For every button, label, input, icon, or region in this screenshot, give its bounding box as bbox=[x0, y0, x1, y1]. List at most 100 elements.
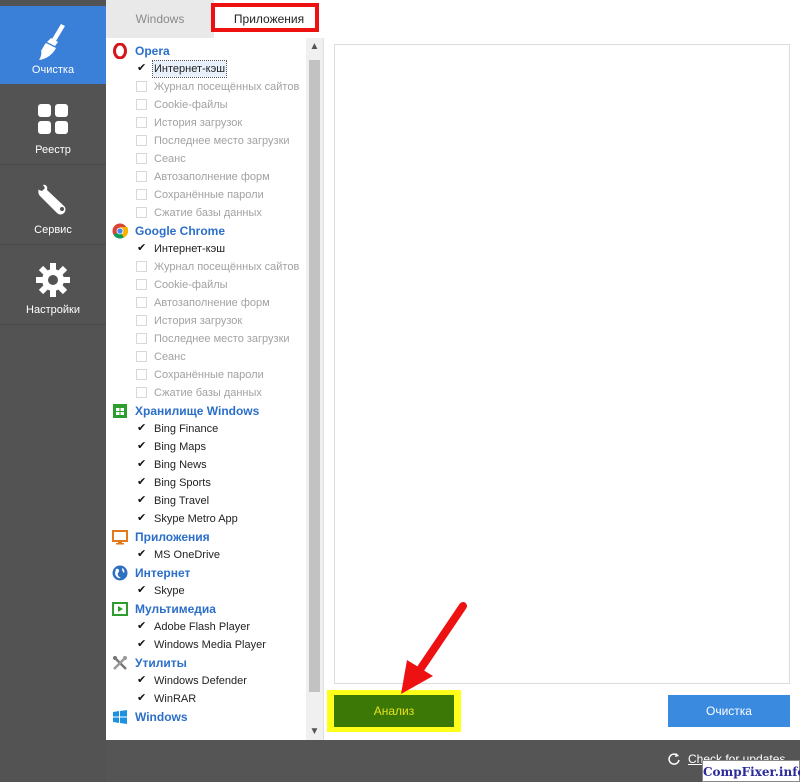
list-item[interactable]: Сохранённые пароли bbox=[106, 366, 306, 384]
checkbox[interactable] bbox=[136, 189, 147, 200]
checkbox[interactable]: ✔ bbox=[136, 513, 147, 524]
results-panel bbox=[334, 44, 790, 684]
scrollbar-thumb[interactable] bbox=[309, 60, 320, 692]
checkbox[interactable] bbox=[136, 333, 147, 344]
checkbox[interactable]: ✔ bbox=[136, 639, 147, 650]
list-item[interactable]: Последнее место загрузки bbox=[106, 132, 306, 150]
sidebar-item-settings[interactable]: Настройки bbox=[0, 246, 106, 325]
checkbox[interactable] bbox=[136, 153, 147, 164]
group-header[interactable]: Windows bbox=[106, 708, 306, 726]
group-header[interactable]: Opera bbox=[106, 42, 306, 60]
list-item[interactable]: ✔ WinRAR bbox=[106, 690, 306, 708]
checkbox[interactable]: ✔ bbox=[136, 441, 147, 452]
scroll-down-arrow-icon[interactable]: ▼ bbox=[306, 723, 323, 740]
item-label: Интернет-кэш bbox=[154, 243, 226, 255]
list-item[interactable]: ✔ Bing News bbox=[106, 456, 306, 474]
list-item[interactable]: ✔ Adobe Flash Player bbox=[106, 618, 306, 636]
scroll-up-arrow-icon[interactable]: ▲ bbox=[306, 38, 323, 55]
list-item[interactable]: ✔ Skype Metro App bbox=[106, 510, 306, 528]
group-header[interactable]: Google Chrome bbox=[106, 222, 306, 240]
checkbox[interactable]: ✔ bbox=[136, 621, 147, 632]
gear-icon bbox=[0, 262, 106, 298]
list-item[interactable]: Сжатие базы данных bbox=[106, 204, 306, 222]
monitor-icon bbox=[112, 529, 128, 545]
checkbox[interactable] bbox=[136, 99, 147, 110]
tools-icon bbox=[112, 655, 128, 671]
group-title: Хранилище Windows bbox=[135, 404, 260, 418]
checkbox[interactable]: ✔ bbox=[136, 675, 147, 686]
checkbox[interactable]: ✔ bbox=[136, 585, 147, 596]
list-item[interactable]: Журнал посещённых сайтов bbox=[106, 258, 306, 276]
group-header[interactable]: Интернет bbox=[106, 564, 306, 582]
item-label: Windows Defender bbox=[154, 675, 247, 687]
checkbox[interactable] bbox=[136, 297, 147, 308]
group-header[interactable]: Хранилище Windows bbox=[106, 402, 306, 420]
list-item[interactable]: История загрузок bbox=[106, 114, 306, 132]
list-item[interactable]: ✔ Интернет-кэш bbox=[106, 240, 306, 258]
checkbox[interactable]: ✔ bbox=[136, 243, 147, 254]
group-title: Google Chrome bbox=[135, 224, 226, 238]
checkbox[interactable]: ✔ bbox=[136, 459, 147, 470]
tab-windows[interactable]: Windows bbox=[106, 0, 214, 38]
list-item[interactable]: Сеанс bbox=[106, 348, 306, 366]
checkbox[interactable] bbox=[136, 81, 147, 92]
item-label: Сжатие базы данных bbox=[154, 387, 262, 399]
list-item[interactable]: История загрузок bbox=[106, 312, 306, 330]
group-header[interactable]: Приложения bbox=[106, 528, 306, 546]
list-item[interactable]: Cookie-файлы bbox=[106, 96, 306, 114]
list-item[interactable]: Журнал посещённых сайтов bbox=[106, 78, 306, 96]
list-item[interactable]: Последнее место загрузки bbox=[106, 330, 306, 348]
checkbox[interactable]: ✔ bbox=[136, 693, 147, 704]
item-label: Bing Sports bbox=[154, 477, 211, 489]
item-label: Журнал посещённых сайтов bbox=[154, 81, 300, 93]
list-item[interactable]: Сжатие базы данных bbox=[106, 384, 306, 402]
list-item[interactable]: ✔ Bing Travel bbox=[106, 492, 306, 510]
checkbox[interactable] bbox=[136, 387, 147, 398]
analyze-button[interactable]: Анализ bbox=[334, 695, 454, 727]
item-label: MS OneDrive bbox=[154, 549, 221, 561]
group-header[interactable]: Мультимедиа bbox=[106, 600, 306, 618]
item-label: История загрузок bbox=[154, 117, 243, 129]
item-label: Skype Metro App bbox=[154, 513, 238, 525]
list-item[interactable]: ✔ Bing Finance bbox=[106, 420, 306, 438]
list-item[interactable]: ✔ Windows Defender bbox=[106, 672, 306, 690]
checkbox[interactable]: ✔ bbox=[136, 63, 147, 74]
sidebar-item-service[interactable]: Сервис bbox=[0, 166, 106, 245]
list-item[interactable]: Автозаполнение форм bbox=[106, 294, 306, 312]
checkbox[interactable] bbox=[136, 207, 147, 218]
list-item[interactable]: ✔ Skype bbox=[106, 582, 306, 600]
list-item[interactable]: ✔ MS OneDrive bbox=[106, 546, 306, 564]
item-label: История загрузок bbox=[154, 315, 243, 327]
cleaning-options-list: Opera ✔ Интернет-кэш Журнал посещённых сайт… bbox=[106, 38, 306, 740]
list-item[interactable]: Сеанс bbox=[106, 150, 306, 168]
sidebar-item-registry[interactable]: Реестр bbox=[0, 86, 106, 165]
checkbox[interactable] bbox=[136, 135, 147, 146]
tab-applications[interactable]: Приложения bbox=[214, 0, 324, 38]
list-item[interactable]: Cookie-файлы bbox=[106, 276, 306, 294]
checkbox[interactable] bbox=[136, 171, 147, 182]
list-item[interactable]: ✔ Интернет-кэш bbox=[106, 60, 306, 78]
checkbox[interactable] bbox=[136, 117, 147, 128]
checkbox[interactable] bbox=[136, 369, 147, 380]
checkbox[interactable] bbox=[136, 315, 147, 326]
chrome-icon bbox=[112, 223, 129, 239]
refresh-icon[interactable] bbox=[667, 752, 681, 766]
checkbox[interactable]: ✔ bbox=[136, 477, 147, 488]
checkbox[interactable] bbox=[136, 261, 147, 272]
list-item[interactable]: ✔ Bing Maps bbox=[106, 438, 306, 456]
checkbox[interactable] bbox=[136, 279, 147, 290]
checkbox[interactable]: ✔ bbox=[136, 423, 147, 434]
list-item[interactable]: Сохранённые пароли bbox=[106, 186, 306, 204]
list-scrollbar[interactable]: ▲ ▼ bbox=[306, 38, 323, 740]
sidebar-item-cleaning[interactable]: Очистка bbox=[0, 6, 106, 84]
clean-button[interactable]: Очистка bbox=[668, 695, 790, 727]
checkbox[interactable] bbox=[136, 351, 147, 362]
checkbox[interactable]: ✔ bbox=[136, 549, 147, 560]
item-label: Bing Finance bbox=[154, 423, 219, 435]
list-item[interactable]: ✔ Windows Media Player bbox=[106, 636, 306, 654]
checkbox[interactable]: ✔ bbox=[136, 495, 147, 506]
group-header[interactable]: Утилиты bbox=[106, 654, 306, 672]
list-item[interactable]: ✔ Bing Sports bbox=[106, 474, 306, 492]
item-label: Bing Travel bbox=[154, 495, 210, 507]
list-item[interactable]: Автозаполнение форм bbox=[106, 168, 306, 186]
